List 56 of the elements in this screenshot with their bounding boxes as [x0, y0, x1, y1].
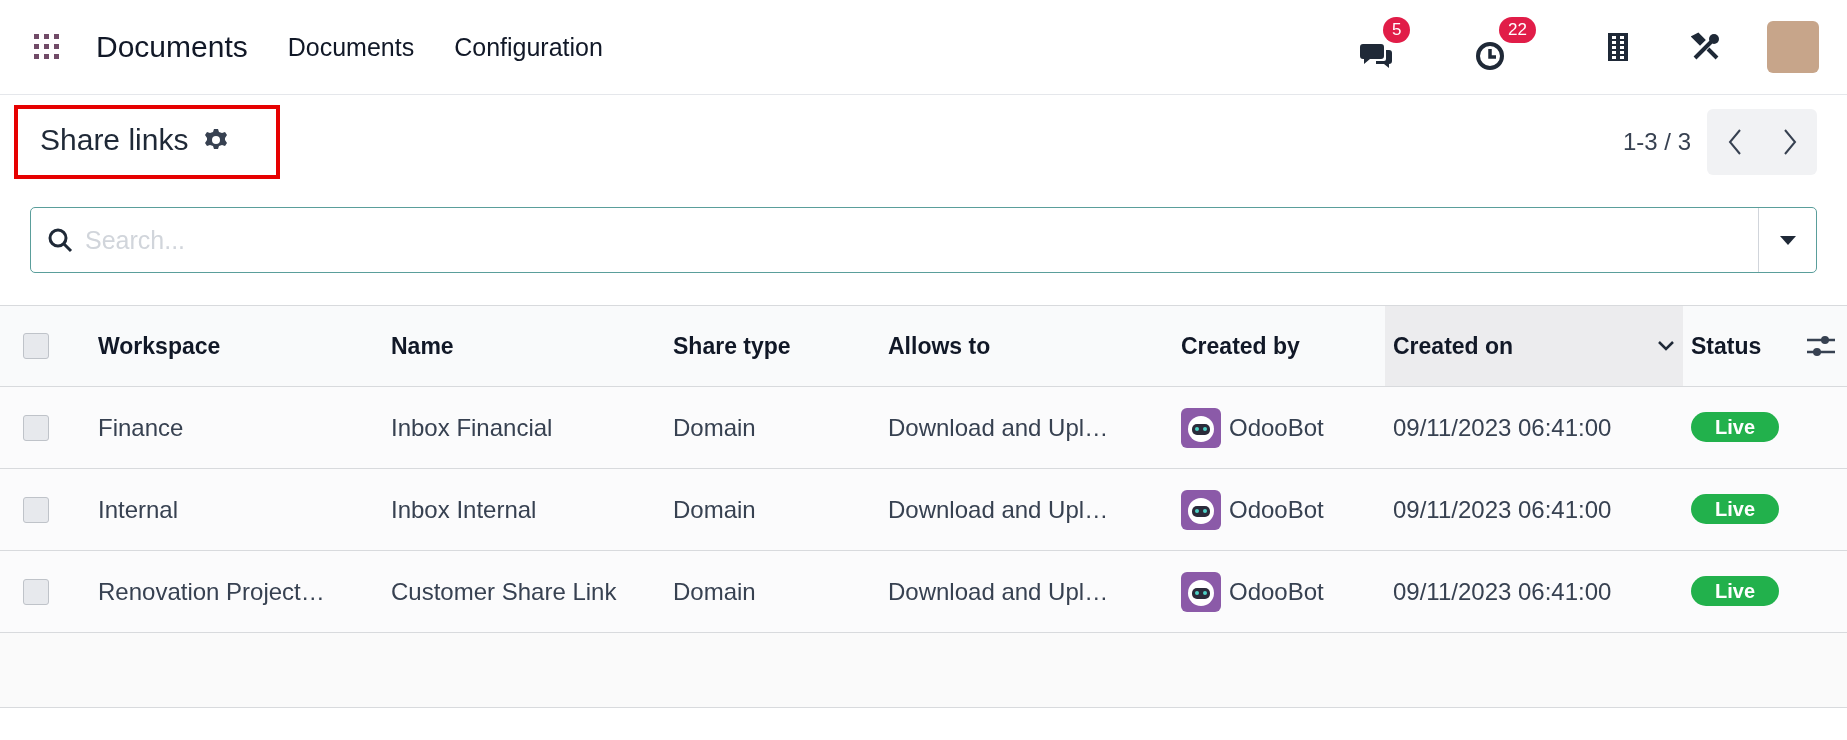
table-cell-text: Domain	[672, 577, 757, 606]
column-header[interactable]: Status	[1683, 306, 1777, 386]
status-badge: Live	[1691, 576, 1780, 606]
status-badge: Live	[1691, 494, 1780, 524]
column-header[interactable]: Name	[383, 306, 665, 386]
column-header[interactable]: Created on	[1385, 306, 1683, 386]
table-cell-text: 09/11/2023 06:41:00	[1392, 577, 1613, 606]
table-cell-text: Download and Upl…	[887, 413, 1110, 442]
app-name: Documents	[96, 30, 248, 64]
message-count-badge: 5	[1383, 17, 1411, 43]
chat-bubbles-icon	[1359, 41, 1393, 71]
robot-avatar-icon	[1181, 489, 1221, 530]
row-checkbox[interactable]	[23, 578, 49, 605]
user-name: OdooBot	[1229, 577, 1324, 606]
gear-icon[interactable]	[204, 128, 229, 152]
search-icon	[47, 227, 73, 253]
activity-count-badge: 22	[1499, 17, 1536, 43]
column-header[interactable]: Share type	[665, 306, 880, 386]
table-cell-text: Inbox Financial	[390, 413, 554, 442]
caret-down-icon	[1779, 235, 1796, 245]
table-cell-text: 09/11/2023 06:41:00	[1392, 495, 1613, 524]
table-cell-text: Inbox Internal	[390, 495, 538, 524]
chevron-left-icon	[1727, 128, 1742, 156]
pager-value: 1-3 / 3	[1622, 128, 1691, 156]
table-cell-text: 09/11/2023 06:41:00	[1392, 413, 1613, 442]
user-name: OdooBot	[1229, 495, 1324, 524]
status-badge: Live	[1691, 412, 1780, 442]
table-cell-text: Download and Upl…	[887, 495, 1110, 524]
robot-avatar-icon	[1181, 407, 1221, 448]
table-cell-text: Customer Share Link	[390, 577, 618, 606]
column-header[interactable]: Created by	[1173, 306, 1385, 386]
row-checkbox[interactable]	[23, 496, 49, 523]
row-checkbox[interactable]	[23, 414, 49, 441]
column-header[interactable]: Workspace	[90, 306, 383, 386]
table-cell-text: Domain	[672, 495, 757, 524]
apps-grid-icon	[34, 34, 60, 60]
select-all-checkbox[interactable]	[23, 333, 49, 359]
table-cell-text: Internal	[97, 495, 180, 524]
column-header[interactable]: Allows to	[880, 306, 1173, 386]
tools-icon	[1691, 32, 1721, 62]
table-cell-text: Finance	[97, 413, 185, 442]
menu-item[interactable]: Configuration	[454, 32, 603, 62]
robot-avatar-icon	[1181, 571, 1221, 612]
table-cell-text: Download and Upl…	[887, 577, 1110, 606]
clock-icon	[1475, 41, 1505, 71]
table-cell-text: Domain	[672, 413, 757, 442]
user-name: OdooBot	[1229, 413, 1324, 442]
messages-button[interactable]: 5	[1353, 17, 1439, 77]
building-icon	[1607, 32, 1629, 62]
chevron-right-icon	[1782, 128, 1797, 156]
sort-chevron-icon	[1657, 340, 1675, 352]
table-cell-text: Renovation Project…	[97, 577, 326, 606]
sliders-icon[interactable]	[1807, 333, 1835, 359]
menu-item[interactable]: Documents	[287, 32, 415, 62]
page-title: Share links	[40, 123, 189, 157]
activities-button[interactable]: 22	[1469, 17, 1551, 77]
